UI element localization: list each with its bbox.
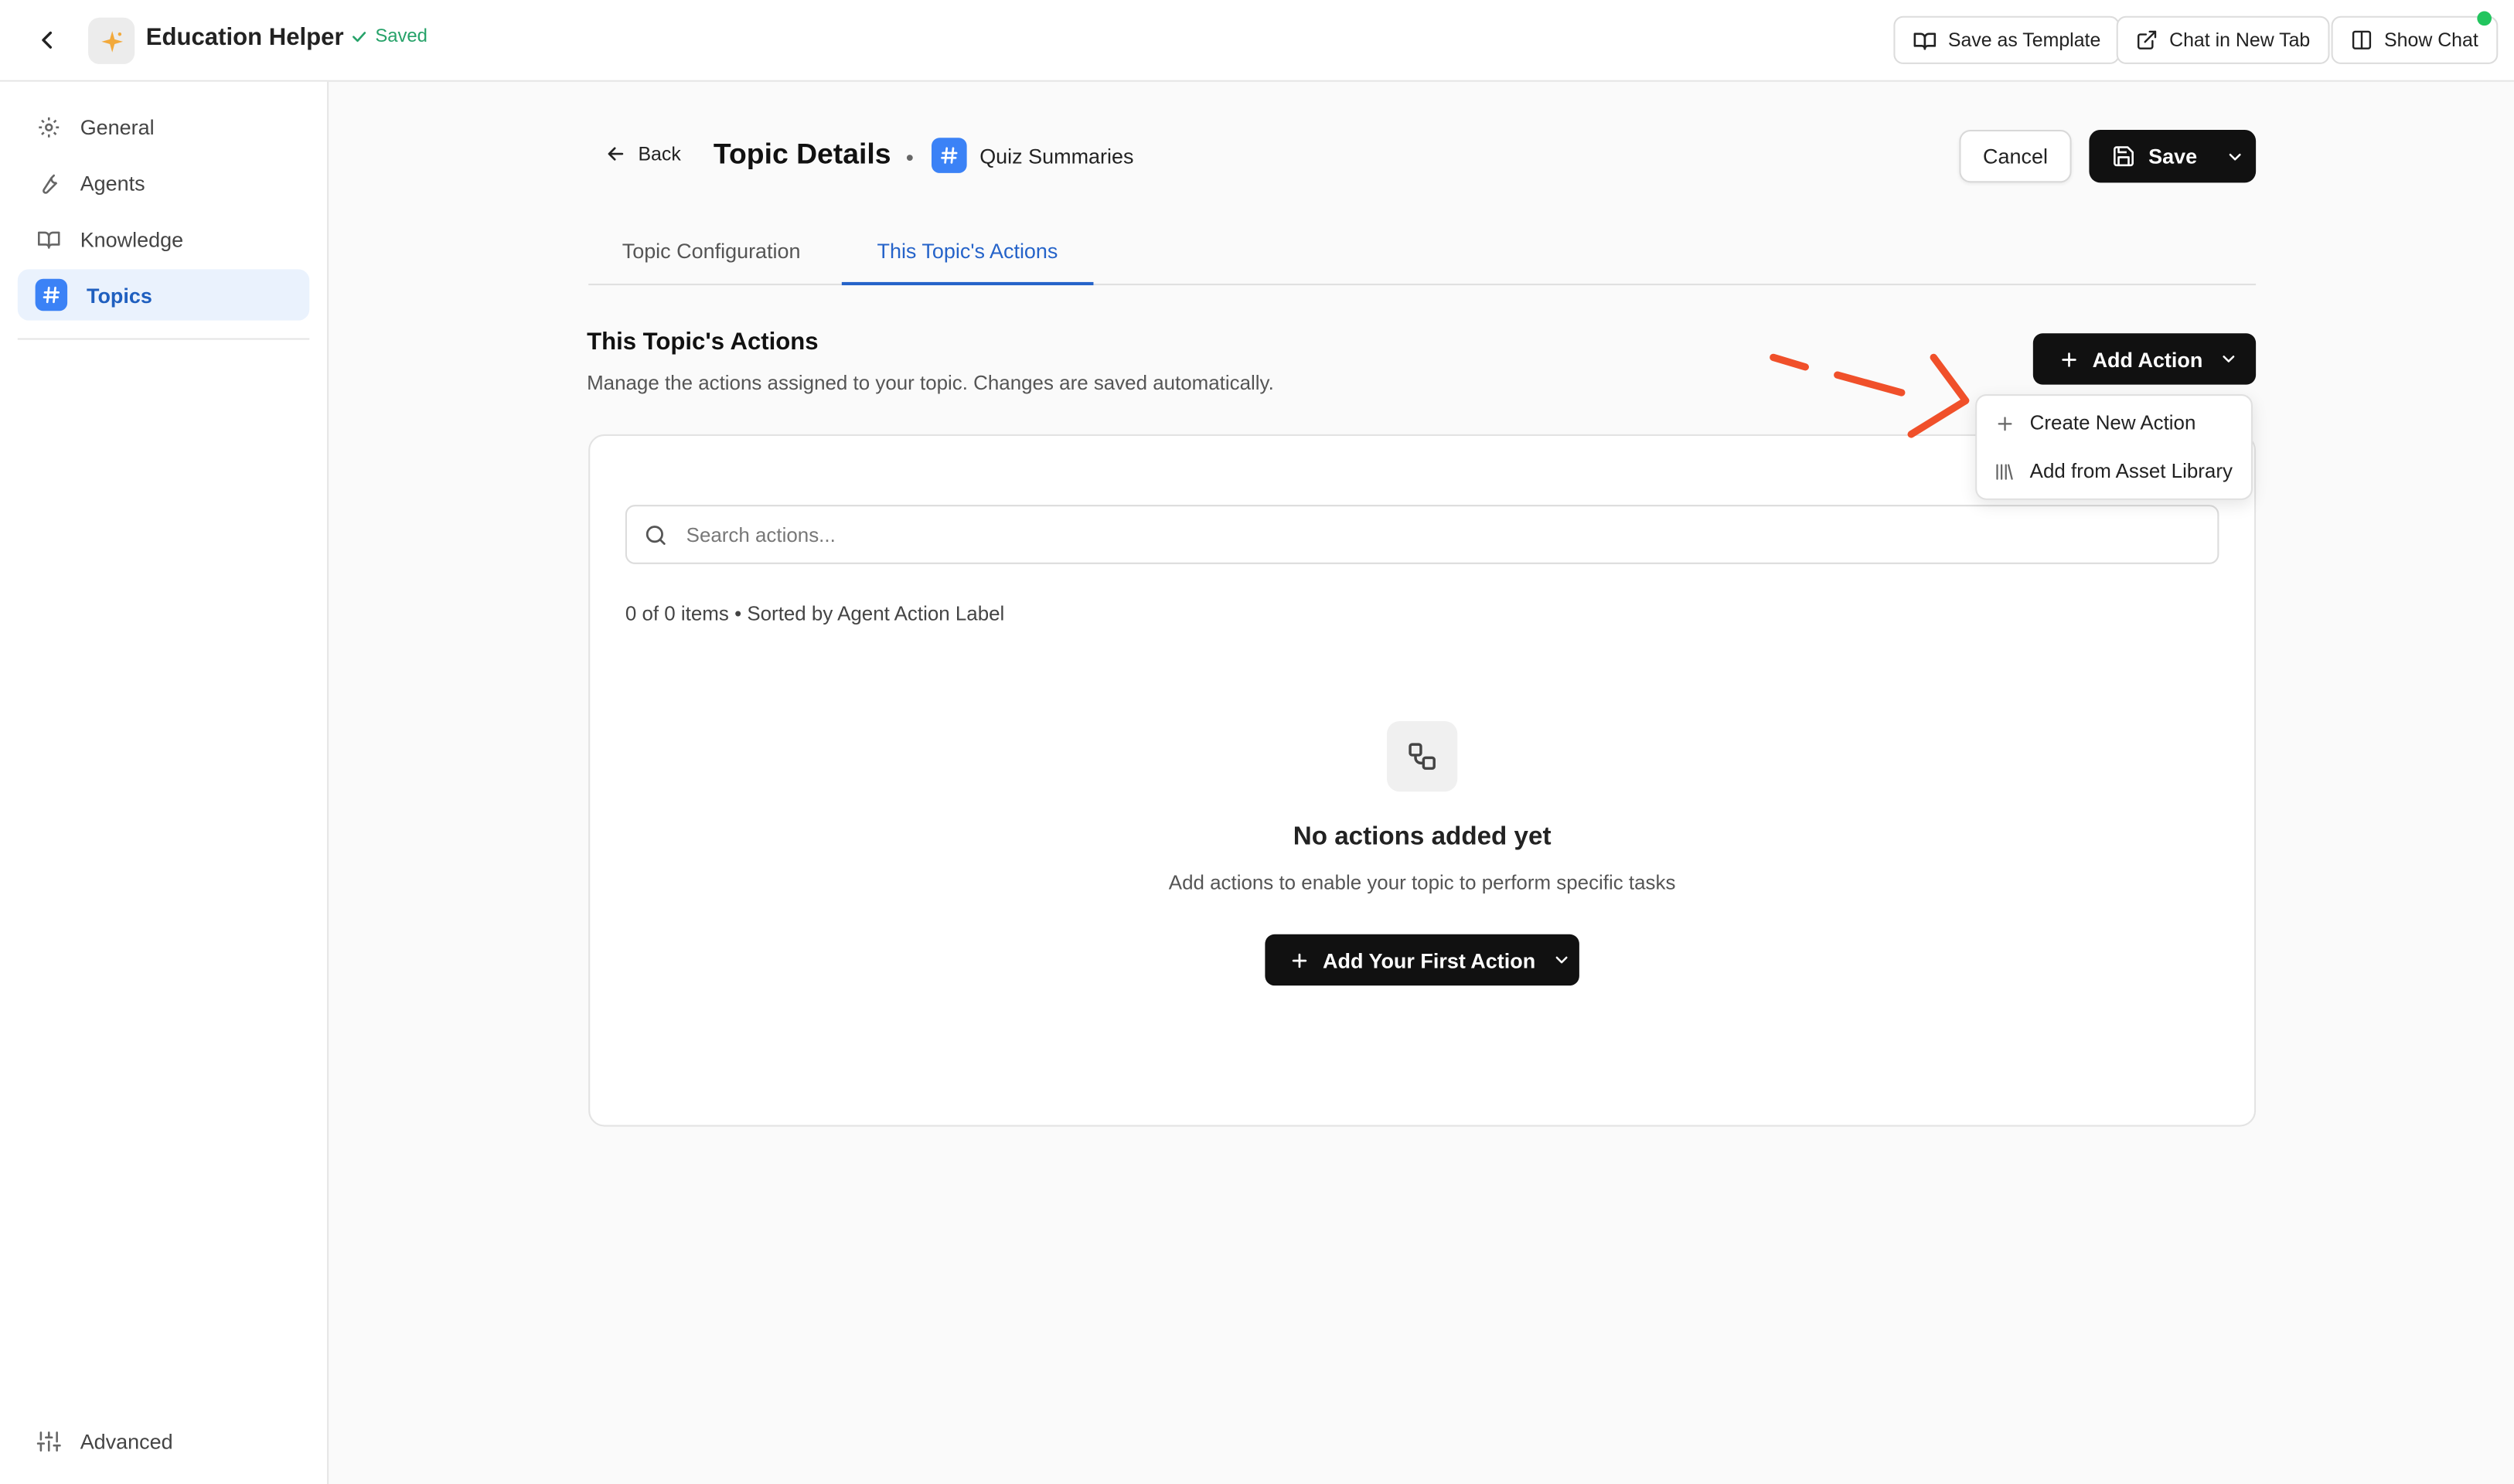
menu-item-label: Add from Asset Library [2029, 460, 2233, 483]
chevron-down-icon [2230, 152, 2242, 160]
back-link[interactable]: Back [605, 143, 681, 165]
library-icon [1993, 460, 2015, 482]
external-link-icon [2137, 30, 2157, 49]
sidebar-item-label: Agents [80, 170, 145, 195]
back-label: Back [638, 142, 681, 165]
sidebar-item-general[interactable]: General [18, 101, 309, 152]
chevron-down-icon [2223, 356, 2235, 362]
saved-label: Saved [375, 27, 428, 47]
add-action-menu: Create New Action Add from Asset Library [1975, 394, 2253, 500]
workflow-icon [1387, 721, 1458, 792]
sliders-icon [36, 1428, 61, 1453]
save-icon [2114, 146, 2134, 167]
search-icon [646, 525, 666, 544]
sidebar-item-label: Advanced [80, 1428, 173, 1453]
search-box[interactable] [625, 505, 2219, 564]
sidebar-item-agents[interactable]: Agents [18, 157, 309, 208]
app-sparkle-icon [88, 17, 135, 64]
chevron-left-icon[interactable] [34, 26, 63, 54]
sidebar: General Agents Knowledge Topics Advanced [0, 81, 329, 1484]
sidebar-item-label: Knowledge [80, 226, 184, 251]
empty-state-title: No actions added yet [1293, 823, 1552, 851]
hash-icon [931, 138, 967, 173]
arrow-left-icon [608, 147, 624, 161]
wrench-icon [36, 170, 61, 196]
sidebar-item-knowledge[interactable]: Knowledge [18, 213, 309, 264]
book-open-icon [1913, 32, 1937, 49]
menu-item-add-from-asset-library[interactable]: Add from Asset Library [1993, 460, 2233, 482]
annotation-arrow-icon [1770, 353, 1970, 438]
save-as-template-button[interactable]: Save as Template [1893, 15, 2121, 64]
cancel-button[interactable]: Cancel [1959, 129, 2072, 183]
gear-icon [36, 114, 61, 139]
sidebar-divider [17, 338, 310, 340]
save-as-template-label: Save as Template [1947, 29, 2101, 52]
status-dot [2477, 11, 2492, 26]
active-tab-indicator [841, 281, 1094, 286]
top-bar: Education Helper Saved Save as Template … [0, 0, 2514, 82]
check-icon [353, 32, 366, 43]
hash-icon [35, 278, 68, 311]
section-description: Manage the actions assigned to your topi… [587, 372, 1274, 395]
save-label: Save [2148, 144, 2198, 168]
add-first-action-label: Add Your First Action [1323, 948, 1536, 972]
page-title: Topic Details [713, 138, 891, 170]
title-separator: • [905, 144, 914, 170]
tab-topic-actions[interactable]: This Topic's Actions [877, 239, 1058, 263]
tab-topic-configuration[interactable]: Topic Configuration [622, 239, 801, 263]
sidebar-item-label: Topics [86, 282, 152, 308]
search-input[interactable] [686, 522, 2218, 546]
panel-icon [2352, 30, 2372, 49]
plus-icon [1993, 412, 2015, 434]
add-first-action-button[interactable]: Add Your First Action [1265, 934, 1579, 986]
save-button[interactable]: Save [2089, 129, 2257, 183]
add-action-button[interactable]: Add Action [2032, 333, 2257, 385]
sidebar-item-label: General [80, 114, 155, 139]
sidebar-item-advanced[interactable]: Advanced [18, 1415, 309, 1466]
app-title: Education Helper [145, 24, 344, 52]
empty-state-description: Add actions to enable your topic to perf… [1168, 871, 1676, 894]
section-title: This Topic's Actions [587, 328, 819, 356]
menu-item-create-new-action[interactable]: Create New Action [1993, 412, 2195, 434]
show-chat-label: Show Chat [2384, 29, 2478, 52]
saved-status: Saved [349, 27, 428, 46]
add-action-label: Add Action [2092, 346, 2203, 371]
items-count: 0 of 0 items • Sorted by Agent Action La… [625, 602, 1005, 625]
plus-icon [1292, 952, 1307, 968]
show-chat-button[interactable]: Show Chat [2331, 15, 2498, 64]
sidebar-item-topics[interactable]: Topics [17, 269, 310, 321]
topic-name: Quiz Summaries [979, 144, 1134, 168]
plus-icon [2062, 352, 2076, 366]
tabs-divider [588, 283, 2257, 286]
chat-in-new-tab-button[interactable]: Chat in New Tab [2116, 15, 2330, 64]
book-icon [36, 226, 61, 251]
chat-in-new-tab-label: Chat in New Tab [2169, 29, 2311, 52]
chevron-down-icon [1555, 956, 1567, 964]
menu-item-label: Create New Action [2029, 411, 2196, 434]
